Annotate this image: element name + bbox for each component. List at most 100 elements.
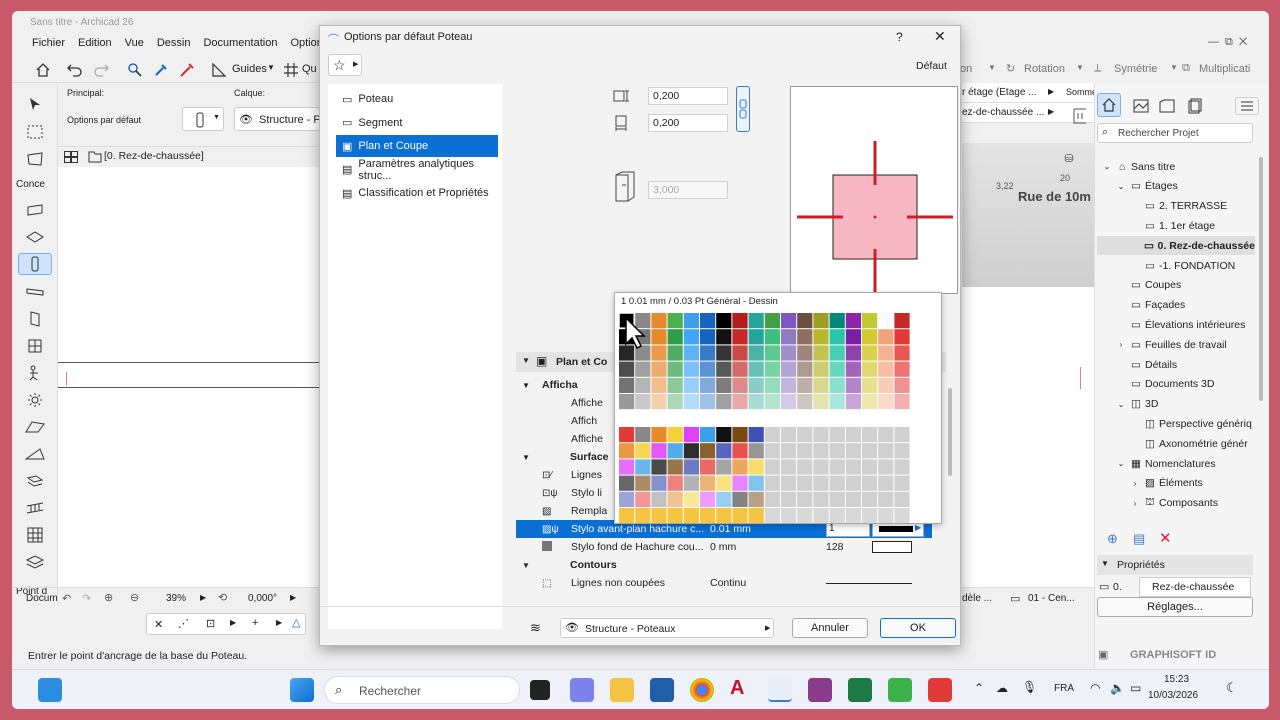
pen-color-cell[interactable] [635,459,651,475]
tree-item[interactable]: ▭ Documents 3D [1097,375,1255,394]
syringe-icon[interactable] [178,61,196,79]
pen-color-cell[interactable] [781,329,797,345]
taskbar-search[interactable]: ⌕ Rechercher [324,676,520,704]
stair-tool-icon[interactable] [18,362,52,384]
footer-layer-select[interactable]: 👁 Structure - Poteaux ▶ [560,618,774,638]
view-tab-label[interactable]: [0. Rez-de-chaussée] [104,150,204,162]
pen-color-cell[interactable] [667,491,683,507]
pen-color-cell[interactable] [894,313,910,329]
pen-color-cell[interactable] [781,313,797,329]
pen-color-cell[interactable] [700,394,716,410]
pen-color-cell[interactable] [748,508,764,523]
pen-color-cell[interactable] [748,345,764,361]
tree-item[interactable]: ▭ 2. TERRASSE [1097,197,1255,216]
zoom-arrow-icon[interactable]: ▶ [200,593,206,602]
pen-color-cell[interactable] [781,427,797,443]
pen-color-cell[interactable] [667,443,683,459]
pen-color-cell[interactable] [894,377,910,393]
pen-color-cell[interactable] [878,459,894,475]
pen-color-cell[interactable] [716,459,732,475]
cross-snap-icon[interactable]: ✕ [154,618,163,631]
tree-item[interactable]: ▭ Élevations intérieures [1097,315,1255,334]
pen-color-cell[interactable] [878,313,894,329]
grid-icon[interactable] [282,61,300,79]
pen-color-cell[interactable] [829,427,845,443]
tree-item[interactable]: › ⛫ Composants [1097,494,1255,513]
pen-color-cell[interactable] [862,361,878,377]
pen-color-cell[interactable] [748,443,764,459]
dropdown-arrow-icon[interactable]: ▼ [267,63,275,72]
pen-color-cell[interactable] [813,475,829,491]
width-input[interactable]: 0,200 [648,87,728,105]
pen-color-cell[interactable] [748,427,764,443]
pen-color-cell[interactable] [635,443,651,459]
pen-color-cell[interactable] [683,361,699,377]
pen-color-cell[interactable] [829,394,845,410]
rotation-icon[interactable]: ↻ [1006,62,1015,75]
pen-color-cell[interactable] [764,345,780,361]
tree-item[interactable]: ⌄ ▦ Nomenclatures [1097,454,1255,473]
pen-color-cell[interactable] [781,443,797,459]
slab-tool-icon[interactable] [18,226,52,248]
pen-color-cell[interactable] [797,508,813,523]
view-map-icon[interactable] [1131,97,1151,115]
pen-color-cell[interactable] [716,394,732,410]
favorites-button[interactable]: ☆ ▶ [328,54,362,76]
pen-color-cell[interactable] [862,443,878,459]
tree-item[interactable]: ▭ Détails [1097,355,1255,374]
pen-color-cell[interactable] [845,377,861,393]
pen-color-cell[interactable] [813,377,829,393]
tree-item[interactable]: ▭ -1. FONDATION [1097,256,1255,275]
lamp-tool-icon[interactable] [18,389,52,411]
pen-color-cell[interactable] [683,345,699,361]
pen-color-cell[interactable] [700,491,716,507]
layer-combo-label[interactable]: 01 - Cen... [1028,593,1075,604]
navigator-search[interactable]: ⌕ Rechercher Projet [1097,123,1253,143]
pen-color-cell[interactable] [862,459,878,475]
pen-color-cell[interactable] [764,377,780,393]
pen-color-cell[interactable] [651,508,667,523]
snap-arrow-icon[interactable]: ▶ [230,618,236,627]
tree-arrow-icon[interactable]: ⌄ [1115,182,1127,191]
pen-color-cell[interactable] [862,508,878,523]
reglages-button[interactable]: Réglages... [1097,597,1253,617]
pen-color-cell[interactable] [683,394,699,410]
curtain-wall-tool-icon[interactable] [18,524,52,546]
pen-color-cell[interactable] [683,475,699,491]
pen-color-cell[interactable] [716,475,732,491]
zoom-in-icon[interactable]: ⊕ [104,591,113,604]
zoom-value[interactable]: 39% [166,593,186,604]
nav-item-0[interactable]: ▭ Poteau [336,88,498,110]
pen-color-cell[interactable] [764,361,780,377]
settings-list-icon[interactable]: ▤ [1133,531,1145,547]
rotate-view-icon[interactable]: ⟲ [218,591,227,604]
tree-item[interactable]: ▭ 0. Rez-de-chaussée [1097,236,1255,256]
pen-color-cell[interactable] [894,329,910,345]
default-settings-button[interactable]: ▼ [182,107,224,131]
multiplication-icon[interactable]: ⧉ [1182,62,1190,75]
view-status-label[interactable]: dèle ... [962,593,992,604]
pen-color-cell[interactable] [813,508,829,523]
nav-item-3[interactable]: ▤ Paramètres analytiques struc... [336,158,498,182]
cancel-button[interactable]: Annuler [792,618,868,638]
pen-color-cell[interactable] [732,361,748,377]
pen-color-cell[interactable] [716,508,732,523]
pen-color-cell[interactable] [732,491,748,507]
pen-color-cell[interactable] [716,443,732,459]
pen-color-cell[interactable] [635,508,651,523]
pen-color-cell[interactable] [845,443,861,459]
pen-color-cell[interactable] [748,459,764,475]
pen-color-cell[interactable] [813,491,829,507]
pen-color-cell[interactable] [635,361,651,377]
pen-color-cell[interactable] [748,377,764,393]
setting-row[interactable]: Stylo fond de Hachure cou... 0 mm 128 [516,538,932,556]
tree-arrow-icon[interactable]: ⌄ [1115,459,1127,468]
polygon-tool-icon[interactable] [18,148,52,170]
snap-grid-icon[interactable]: ⋰ [178,617,189,630]
pen-color-cell[interactable] [797,459,813,475]
tree-arrow-icon[interactable]: ⌄ [1115,400,1127,409]
zoom-out-icon[interactable]: ⊖ [130,591,139,604]
pen-color-cell[interactable] [862,394,878,410]
pen-color-cell[interactable] [764,329,780,345]
pen-color-cell[interactable] [878,475,894,491]
